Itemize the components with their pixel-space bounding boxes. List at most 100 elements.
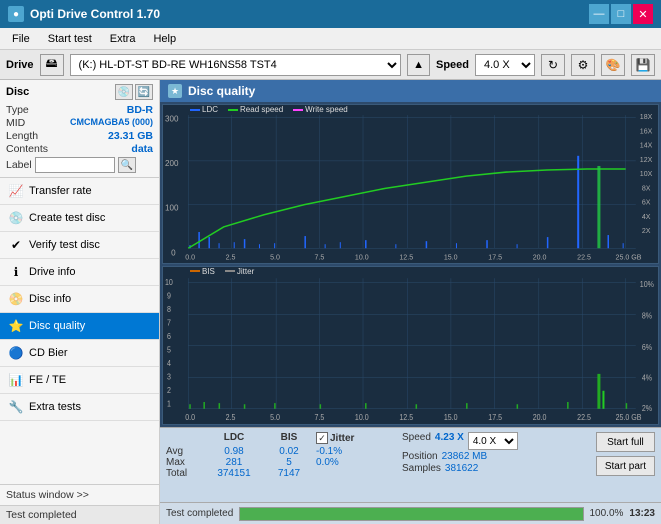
settings-icon[interactable]: ⚙ — [571, 54, 595, 76]
create-test-disc-icon: 💿 — [8, 210, 24, 226]
disc-label-label: Label — [6, 159, 32, 171]
ldc-bar-8 — [486, 240, 488, 248]
disc-length-value: 23.31 GB — [108, 130, 153, 142]
bottom-bar: Test completed 100.0% 13:23 — [160, 502, 661, 524]
sidebar-bottom-status: Test completed — [0, 505, 159, 524]
sidebar-item-verify-test-disc[interactable]: ✔ Verify test disc — [0, 232, 159, 259]
stats-header-row: LDC BIS ✓ Jitter — [166, 432, 386, 446]
status-window-link[interactable]: Status window >> — [0, 484, 159, 505]
chart1-y-right-8x: 8X — [642, 184, 651, 192]
disc-icons: 💿 🔄 — [115, 84, 153, 100]
drive-info-icon: ℹ — [8, 264, 24, 280]
disc-quality-title: Disc quality — [188, 84, 255, 98]
fe-te-icon: 📊 — [8, 372, 24, 388]
label-icon[interactable]: 🔍 — [118, 157, 136, 173]
chart1-y-right-12x: 12X — [640, 156, 653, 164]
sidebar-item-cd-bier[interactable]: 🔵 CD Bier — [0, 340, 159, 367]
ldc-bar-3 — [208, 237, 210, 248]
maximize-button[interactable]: □ — [611, 4, 631, 24]
drive-select[interactable]: (K:) HL-DT-ST BD-RE WH16NS58 TST4 — [70, 54, 402, 76]
bis-legend-label: BIS — [202, 267, 215, 276]
samples-label: Samples — [402, 463, 441, 474]
speed-info-select[interactable]: 4.0 X — [468, 432, 518, 450]
jitter-legend: Jitter — [225, 267, 254, 276]
sidebar-item-drive-info[interactable]: ℹ Drive info — [0, 259, 159, 286]
color-icon[interactable]: 🎨 — [601, 54, 625, 76]
chart2-y-right-2pct: 2% — [642, 403, 653, 412]
chart2-y-2: 2 — [167, 385, 171, 394]
minimize-button[interactable]: — — [589, 4, 609, 24]
sidebar-item-fe-te-label: FE / TE — [29, 374, 66, 386]
chart2-y-right-8pct: 8% — [642, 311, 653, 320]
menu-file[interactable]: File — [4, 31, 38, 47]
sidebar-item-create-test-disc[interactable]: 💿 Create test disc — [0, 205, 159, 232]
eject-button[interactable]: ▲ — [407, 54, 430, 76]
avg-ldc: 0.98 — [206, 446, 262, 457]
sidebar-item-disc-quality-label: Disc quality — [29, 320, 85, 332]
read-speed-legend-label: Read speed — [240, 105, 283, 114]
sidebar-item-transfer-rate[interactable]: 📈 Transfer rate — [0, 178, 159, 205]
position-value: 23862 MB — [442, 451, 488, 462]
svg-text:2.5: 2.5 — [226, 412, 236, 421]
drive-icon-btn[interactable]: 🖴 — [40, 54, 64, 76]
chart1-y-right-18x: 18X — [640, 113, 653, 121]
disc-panel: Disc 💿 🔄 Type BD-R MID CMCMAGBA5 (000) L… — [0, 80, 159, 178]
disc-panel-title: Disc — [6, 86, 29, 98]
chart2-y-right-6pct: 6% — [642, 342, 653, 351]
write-speed-legend-color — [293, 109, 303, 111]
stats-empty-header — [166, 432, 202, 444]
avg-label: Avg — [166, 446, 202, 457]
chart1-y-right-2x: 2X — [642, 227, 651, 235]
chart1-x-label-17.5: 17.5 — [488, 253, 502, 261]
disc-icon1[interactable]: 💿 — [115, 84, 133, 100]
max-jitter: 0.0% — [316, 457, 339, 468]
sidebar-item-disc-quality[interactable]: ⭐ Disc quality — [0, 313, 159, 340]
ldc-bar-7 — [426, 241, 428, 248]
menu-help[interactable]: Help — [145, 31, 184, 47]
samples-value: 381622 — [445, 463, 478, 474]
start-part-button[interactable]: Start part — [596, 456, 655, 476]
write-speed-legend: Write speed — [293, 105, 348, 114]
chart1-y-label-100: 100 — [165, 204, 179, 213]
status-text: Test completed — [166, 508, 233, 519]
bis-legend-color — [190, 270, 200, 272]
chart1-y-right-4x: 4X — [642, 213, 651, 221]
svg-text:12.5: 12.5 — [399, 412, 413, 421]
chart2-legend: BIS Jitter — [190, 267, 254, 276]
refresh-icon[interactable]: ↻ — [541, 54, 565, 76]
main-layout: Disc 💿 🔄 Type BD-R MID CMCMAGBA5 (000) L… — [0, 80, 661, 524]
sidebar-item-cd-bier-label: CD Bier — [29, 347, 68, 359]
sidebar-item-create-test-disc-label: Create test disc — [29, 212, 105, 224]
nav-items: 📈 Transfer rate 💿 Create test disc ✔ Ver… — [0, 178, 159, 484]
menu-extra[interactable]: Extra — [102, 31, 144, 47]
ldc-bar-10 — [607, 235, 609, 248]
speed-select[interactable]: 4.0 X — [475, 54, 535, 76]
svg-text:15.0: 15.0 — [444, 412, 458, 421]
chart1-svg: 300 200 100 0 18X 16X 14X 12X 10X 8X 6X … — [162, 104, 659, 264]
cd-bier-icon: 🔵 — [8, 345, 24, 361]
chart1-y-label-300: 300 — [165, 114, 179, 123]
sidebar-item-disc-info[interactable]: 📀 Disc info — [0, 286, 159, 313]
write-speed-legend-label: Write speed — [305, 105, 348, 114]
sidebar-item-extra-tests[interactable]: 🔧 Extra tests — [0, 394, 159, 421]
ldc-legend: LDC — [190, 105, 218, 114]
speed-position-info: Speed 4.23 X 4.0 X Position 23862 MB Sam… — [402, 432, 518, 474]
ldc-legend-color — [190, 109, 200, 111]
jitter-legend-color — [225, 270, 235, 272]
disc-icon2[interactable]: 🔄 — [135, 84, 153, 100]
chart1-y-label-200: 200 — [165, 159, 179, 168]
sidebar-item-transfer-rate-label: Transfer rate — [29, 185, 92, 197]
jitter-column-header: Jitter — [330, 433, 354, 444]
disc-label-input[interactable] — [35, 157, 115, 173]
menu-start-test[interactable]: Start test — [40, 31, 100, 47]
save-icon[interactable]: 💾 — [631, 54, 655, 76]
transfer-rate-icon: 📈 — [8, 183, 24, 199]
chart2-y-10: 10 — [165, 277, 173, 286]
start-full-button[interactable]: Start full — [596, 432, 655, 452]
close-button[interactable]: ✕ — [633, 4, 653, 24]
speed-label: Speed — [436, 59, 469, 71]
jitter-checkbox[interactable]: ✓ — [316, 432, 328, 444]
sidebar-item-fe-te[interactable]: 📊 FE / TE — [0, 367, 159, 394]
max-label: Max — [166, 457, 202, 468]
disc-label-row: Label 🔍 — [6, 157, 153, 173]
